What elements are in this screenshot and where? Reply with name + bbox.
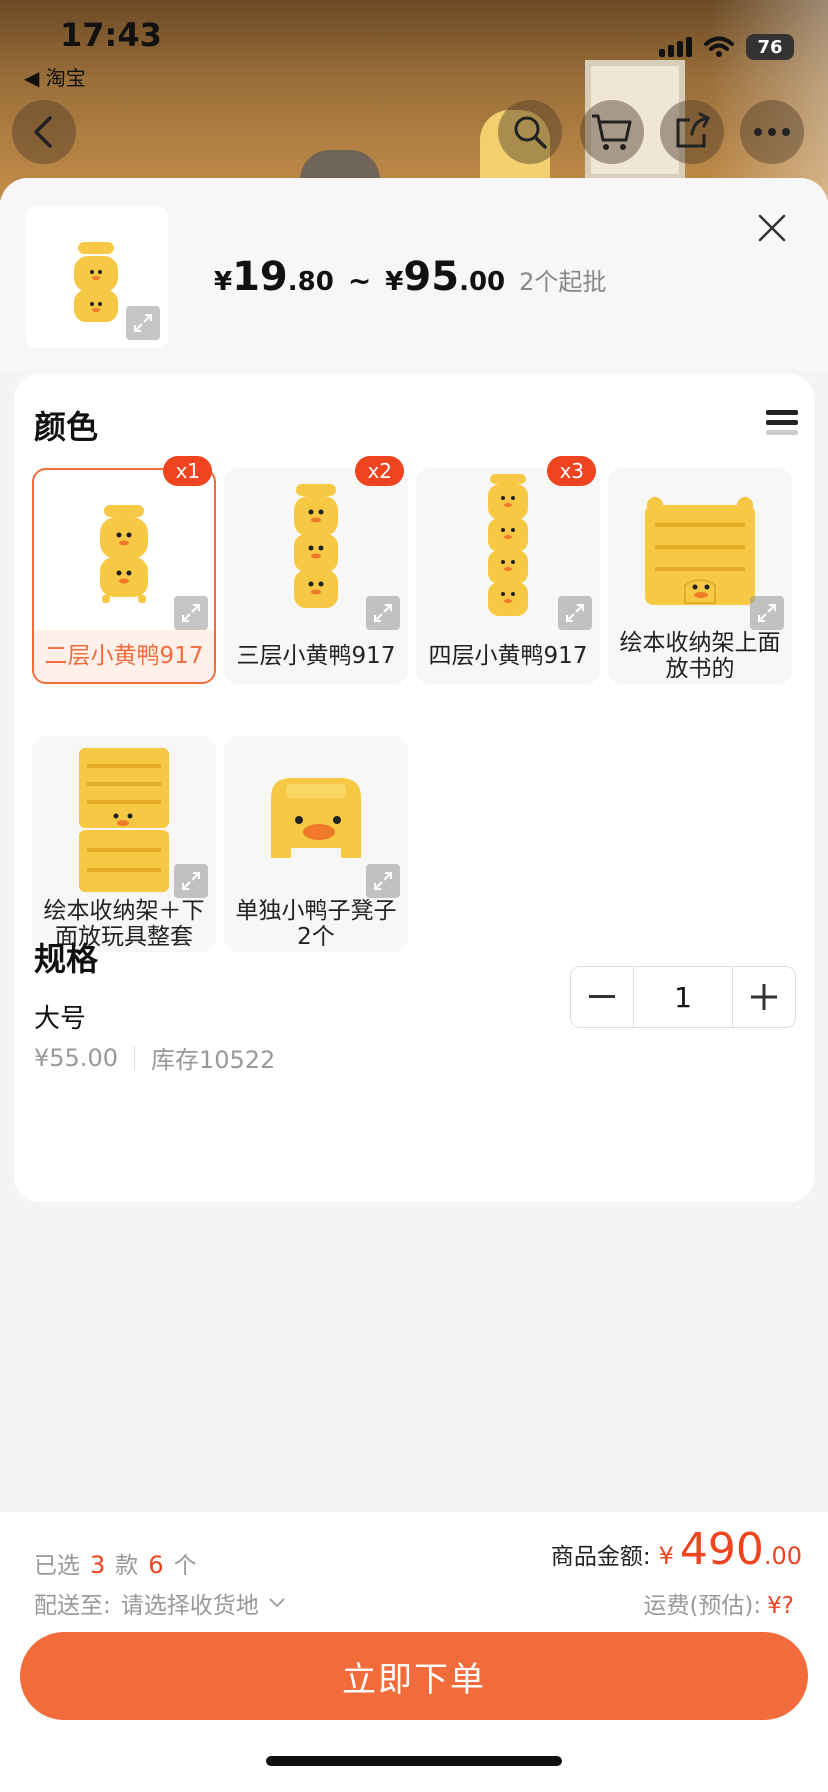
option-label: 三层小黄鸭917 (236, 643, 396, 669)
color-option-book-rack[interactable]: 绘本收纳架上面放书的 (608, 468, 792, 684)
close-icon (758, 214, 786, 242)
total-currency: ¥ (658, 1542, 674, 1570)
price-range: ¥ 19 .80 ~ ¥ 95 .00 2个起批 (214, 254, 606, 300)
option-label: 绘本收纳架上面放书的 (619, 630, 781, 682)
chevron-down-icon (269, 1598, 285, 1608)
place-order-button[interactable]: 立即下单 (20, 1632, 808, 1720)
spec-price: ¥55.00 (34, 1043, 118, 1072)
duck-cabinet-3-tier-image (294, 484, 338, 608)
expand-icon[interactable] (366, 864, 400, 898)
ship-value: 请选择收货地 (120, 1593, 259, 1619)
product-thumbnail[interactable] (26, 206, 168, 348)
status-icons: 76 (659, 34, 794, 60)
spec-info: ¥55.00 库存10522 (34, 1040, 275, 1075)
minus-icon (589, 995, 615, 998)
cellular-signal-icon (659, 37, 692, 57)
color-option-duck-stool[interactable]: 单独小鸭子凳子2个 (224, 736, 408, 952)
more-button[interactable] (740, 100, 804, 164)
styles-unit: 款 (115, 1553, 139, 1579)
spec-name: 大号 (34, 1004, 87, 1034)
share-button[interactable] (660, 100, 724, 164)
quantity-value[interactable]: 1 (633, 967, 733, 1027)
selected-styles-count: 3 (90, 1551, 106, 1579)
battery-icon: 76 (746, 34, 794, 60)
currency-symbol: ¥ (214, 267, 233, 297)
price-min-decimal: .80 (287, 267, 334, 297)
price-separator: ~ (347, 264, 372, 297)
quantity-badge: x3 (547, 456, 596, 486)
selected-prefix: 已选 (34, 1553, 80, 1579)
quantity-badge: x1 (163, 456, 212, 486)
plus-icon (751, 984, 777, 1010)
increase-button[interactable] (733, 967, 795, 1027)
back-to-app-link[interactable]: ◀ 淘宝 (24, 62, 86, 91)
back-button[interactable] (12, 100, 76, 164)
expand-icon[interactable] (174, 864, 208, 898)
color-option-4-tier[interactable]: x3 四层小黄鸭917 (416, 456, 600, 684)
share-icon (676, 112, 711, 148)
status-bar: 17:43 ◀ 淘宝 76 (0, 0, 828, 100)
shipping-address-selector[interactable]: 配送至: 请选择收货地 (34, 1586, 285, 1620)
cart-icon (592, 114, 632, 150)
search-icon (514, 116, 547, 149)
option-label: 四层小黄鸭917 (428, 643, 588, 669)
selected-items-count: 6 (148, 1551, 164, 1579)
minimum-order-quantity: 2个起批 (519, 268, 607, 296)
total-integer: 490 (679, 1524, 764, 1575)
expand-icon[interactable] (126, 306, 160, 340)
order-footer: 已选 3 款 6 个 配送至: 请选择收货地 商品金额: ¥ 490 .00 运… (0, 1512, 828, 1792)
chevron-left-icon (34, 116, 52, 148)
color-option-2-tier[interactable]: x1 二层小黄鸭917 (32, 456, 216, 684)
more-icon (754, 128, 790, 136)
order-total: 商品金额: ¥ 490 .00 (551, 1524, 802, 1575)
color-option-3-tier[interactable]: x2 三层小黄鸭917 (224, 456, 408, 684)
price-min-integer: 19 (232, 254, 288, 300)
option-label: 单独小鸭子凳子2个 (235, 898, 397, 950)
duck-cabinet-4-tier-image (488, 474, 528, 616)
sheet-header: ¥ 19 .80 ~ ¥ 95 .00 2个起批 (0, 178, 828, 370)
color-section-title: 颜色 (34, 408, 99, 446)
freight-label: 运费(预估): (643, 1593, 762, 1619)
expand-icon[interactable] (174, 596, 208, 630)
total-decimal: .00 (763, 1542, 802, 1570)
expand-icon[interactable] (558, 596, 592, 630)
price-max-integer: 95 (403, 254, 460, 300)
freight-value: ¥? (767, 1593, 794, 1619)
status-time: 17:43 (60, 16, 162, 54)
options-card: 颜色 x1 二层小黄鸭917 x2 三层小黄鸭917 x3 四层小黄鸭917 绘… (14, 374, 814, 1202)
option-label: 二层小黄鸭917 (34, 630, 214, 682)
expand-icon[interactable] (366, 596, 400, 630)
list-view-toggle-icon[interactable] (766, 410, 798, 440)
total-label: 商品金额: (550, 1544, 651, 1570)
cart-button[interactable] (580, 100, 644, 164)
price-max-decimal: .00 (459, 267, 506, 297)
spec-section-title: 规格 (34, 940, 99, 978)
currency-symbol: ¥ (385, 267, 404, 297)
items-unit: 个 (173, 1553, 197, 1579)
ship-label: 配送至: (34, 1593, 111, 1619)
freight-estimate: 运费(预估): ¥? (643, 1586, 794, 1620)
close-button[interactable] (752, 208, 792, 248)
color-option-book-rack-set[interactable]: 绘本收纳架＋下面放玩具整套 (32, 736, 216, 952)
home-indicator (266, 1756, 562, 1766)
selection-summary: 已选 3 款 6 个 (34, 1546, 197, 1580)
quantity-badge: x2 (355, 456, 404, 486)
expand-icon[interactable] (750, 596, 784, 630)
search-button[interactable] (498, 100, 562, 164)
wifi-icon (704, 36, 734, 57)
duck-cabinet-2-tier-image (100, 505, 148, 603)
decrease-button[interactable] (571, 967, 633, 1027)
quantity-stepper: 1 (570, 966, 796, 1028)
divider (133, 1045, 135, 1070)
spec-stock: 库存10522 (150, 1046, 276, 1074)
